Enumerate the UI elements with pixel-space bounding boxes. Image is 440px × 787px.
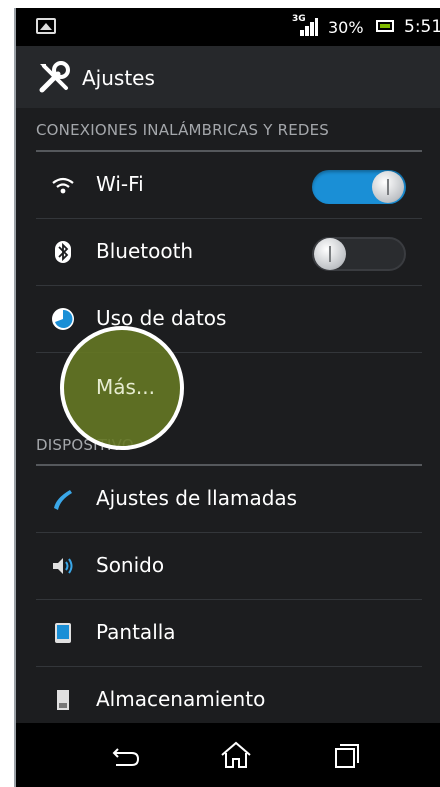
- storage-icon: [57, 690, 69, 710]
- navigation-bar: [16, 723, 440, 787]
- bluetooth-icon: [55, 241, 71, 263]
- settings-item-label: Sonido: [96, 553, 165, 577]
- more-label: Más...: [96, 375, 156, 399]
- signal-icon: [300, 18, 318, 36]
- action-bar: Ajustes: [16, 46, 440, 108]
- section-header-wireless: CONEXIONES INALÁMBRICAS Y REDES: [36, 121, 330, 139]
- recents-icon[interactable]: [326, 739, 366, 771]
- back-icon[interactable]: [106, 739, 146, 771]
- settings-item-bluetooth[interactable]: Bluetooth: [36, 219, 422, 286]
- tools-icon[interactable]: [36, 60, 72, 96]
- display-icon: [55, 623, 71, 643]
- phone-icon: [54, 490, 72, 510]
- speaker-icon: [53, 558, 73, 574]
- wifi-icon: [52, 177, 74, 194]
- settings-item-label: Ajustes de llamadas: [96, 486, 298, 510]
- settings-item-sound[interactable]: Sonido: [36, 533, 422, 600]
- bluetooth-toggle[interactable]: [312, 237, 406, 271]
- settings-item-label: Pantalla: [96, 620, 176, 644]
- clock: 5:51: [404, 17, 440, 37]
- settings-item-label: Wi-Fi: [96, 172, 144, 196]
- settings-item-label: Bluetooth: [96, 239, 194, 263]
- page-title: Ajustes: [82, 66, 155, 90]
- settings-item-display[interactable]: Pantalla: [36, 600, 422, 667]
- status-bar: 3G 30% 5:51: [16, 8, 440, 46]
- screenshot-notification-icon: [36, 18, 56, 34]
- toggle-knob: [372, 171, 404, 203]
- home-icon[interactable]: [216, 739, 256, 771]
- battery-percent: 30%: [328, 18, 364, 37]
- data-usage-icon: [52, 308, 74, 330]
- wifi-toggle[interactable]: [312, 170, 406, 204]
- toggle-knob: [314, 238, 346, 270]
- settings-item-wifi[interactable]: Wi-Fi: [36, 152, 422, 219]
- battery-icon: [376, 20, 394, 32]
- phone-screen: 3G 30% 5:51 Ajustes CONEXIONES INALÁMBRI…: [14, 8, 440, 787]
- settings-item-call-settings[interactable]: Ajustes de llamadas: [36, 466, 422, 533]
- settings-item-label: Almacenamiento: [96, 687, 266, 711]
